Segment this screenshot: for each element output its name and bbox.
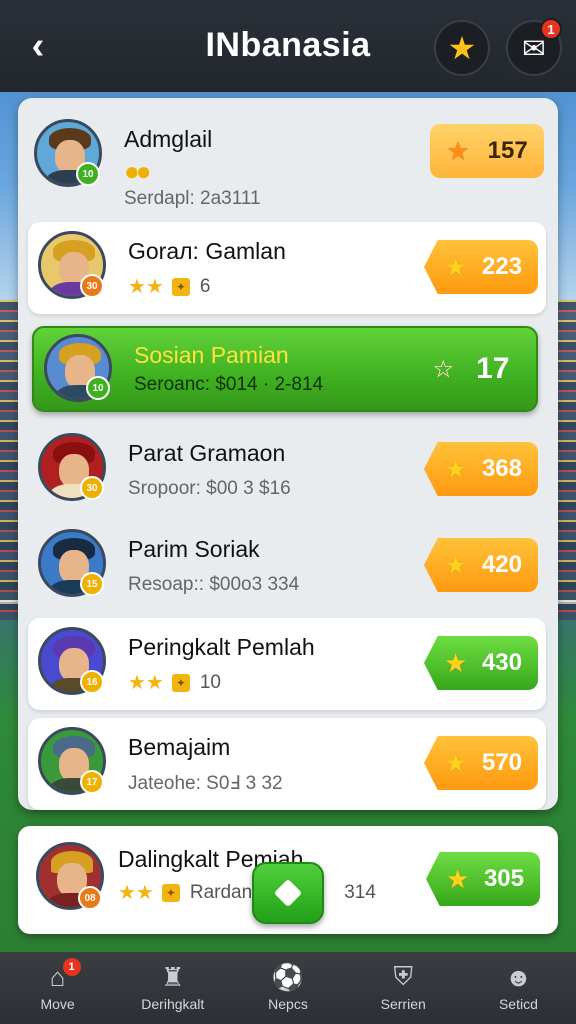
score-badge: ★ 570 [424,736,538,790]
nav-item-profile[interactable]: ☻ Seticd [461,952,576,1024]
nav-item-shield[interactable]: ⛨ Serrien [346,952,461,1024]
score-badge: ★ 157 [430,124,544,178]
star-icon: ★ [444,454,468,484]
bottom-navigation: ⌂ 1 Move ♜ Derihgkalt ⚽ Nepcs ⛨ Serrien … [0,952,576,1024]
shield-icon: ⛨ [393,961,413,991]
level-badge: 17 [80,770,104,794]
nav-label: Seticd [498,996,538,1012]
player-name: Parat Gramaon [128,440,286,466]
sports-icon: ⚽ [271,961,305,992]
star-icon: ★ [447,30,477,66]
nav-label: Serrien [380,996,426,1012]
player-sub: Resoap:: $00o3 334 [128,574,300,595]
player-sub: Seroanc: $014 · 2-814 [134,374,324,395]
star-icon: ★ [444,252,468,282]
list-item[interactable]: 17 Bemajaim Jateohe: S0Ⅎ 3 32 ★ 570 [28,718,546,810]
star-icon: ★ [444,648,468,678]
rating-stars: ★★ ✦ 6 [128,275,211,299]
rating-stars: ★★ ✦ 10 [128,671,221,695]
level-badge: 30 [80,274,104,298]
level-badge: 10 [86,376,110,400]
level-badge: 30 [80,476,104,500]
score-badge: ★ 305 [426,852,540,906]
list-item[interactable]: 16 Peringkalt Pemlah ★★ ✦ 10 ★ 430 [28,618,546,710]
trophy-icon: ♜ [161,961,185,992]
favorites-button[interactable]: ★ [434,20,490,76]
player-name: Sosian Pamian [134,342,289,368]
level-badge: 10 [76,162,100,186]
nav-badge: 1 [62,958,81,976]
mail-badge: 1 [540,18,562,40]
top-bar: ‹ INbanasia ★ ✉ 1 [0,0,576,92]
score-badge: ★ 430 [424,636,538,690]
level-badge: 16 [80,670,104,694]
player-name: Bemajaim [128,734,231,760]
player-sub: Jateohe: S0Ⅎ 3 32 [128,773,283,794]
nav-label: Nepcs [268,996,308,1012]
nav-label: Derihgkalt [141,996,205,1012]
level-badge: 08 [78,886,102,910]
player-name: Admglail [124,126,213,152]
level-badge: 15 [80,572,104,596]
list-item[interactable]: 30 Gorал: Gamlan ★★ ✦ 6 ★ 223 [28,222,546,314]
score-badge: ☆ 17 [432,352,510,385]
list-item[interactable]: 10 Admglail ●● Serdapl: 2a3111 ★ 157 [24,110,552,209]
player-name: Peringkalt Pemlah [128,634,315,660]
play-button[interactable] [252,862,324,924]
coins-icon: ●● [124,156,151,186]
player-sub: Serdapl: 2a3111 [124,188,261,209]
selected-list-item[interactable]: 10 Sosian Pamian Seroanc: $014 · 2-814 ☆… [32,326,538,412]
score-badge: ★ 420 [424,538,538,592]
star-icon: ★ [446,135,470,166]
leaderboard-panel: 10 Admglail ●● Serdapl: 2a3111 ★ 157 30 … [18,98,558,810]
list-item[interactable]: 30 Parat Gramaon Sropoor: $00 3 $16 ★ 36… [28,424,546,516]
player-name: Gorал: Gamlan [128,238,286,264]
score-badge: ★ 223 [424,240,538,294]
diamond-icon [273,878,303,908]
star-icon: ★ [446,864,470,894]
player-sub: Sropoor: $00 3 $16 [128,478,291,499]
nav-label: Move [40,996,75,1012]
star-icon: ☆ [432,355,455,383]
mail-button[interactable]: ✉ 1 [506,18,562,76]
profile-icon: ☻ [504,961,533,992]
player-name: Parim Soriak [128,536,260,562]
nav-item-home[interactable]: ⌂ 1 Move [0,952,115,1024]
home-icon: ⌂ 1 [41,958,81,992]
score-badge: ★ 368 [424,442,538,496]
star-icon: ★ [444,550,468,580]
list-item[interactable]: 15 Parim Soriak Resoap:: $00o3 334 ★ 420 [28,520,546,612]
star-icon: ★ [444,748,468,778]
rating-stars: ★★ ✦ Rardan 314 [118,881,376,905]
nav-item-leaderboard[interactable]: ♜ Derihgkalt [115,952,230,1024]
nav-item-sports[interactable]: ⚽ Nepcs [230,952,345,1024]
